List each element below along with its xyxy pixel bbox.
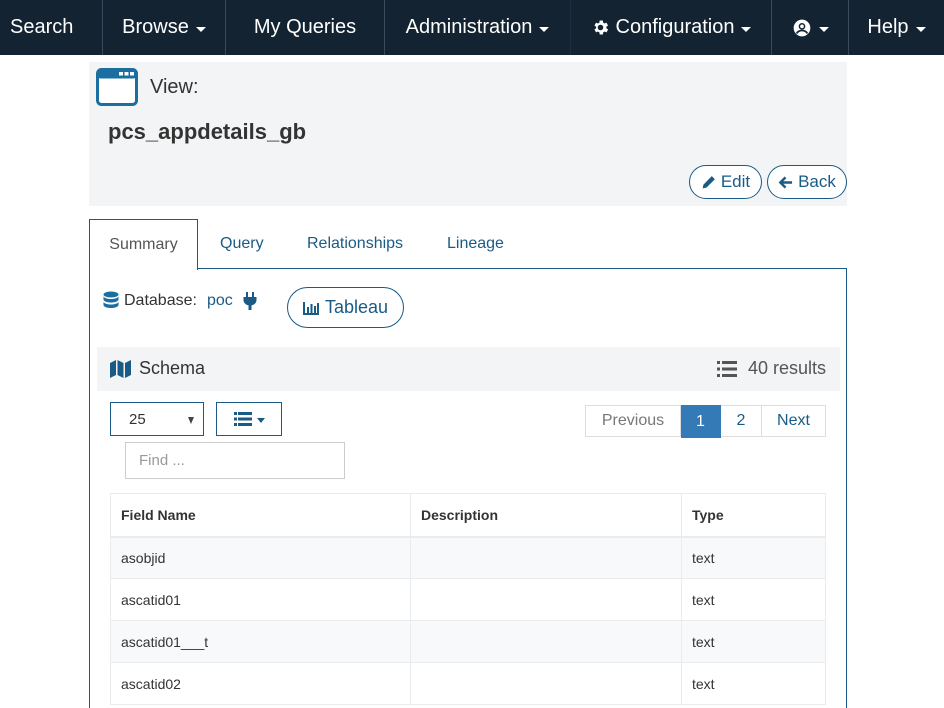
caret-down-icon	[256, 417, 265, 423]
tab-lineage[interactable]: Lineage	[447, 219, 504, 269]
table-row: ascatid01___t text	[110, 620, 826, 663]
next-page-button[interactable]: Next	[762, 405, 826, 437]
table-row: ascatid02 text	[110, 662, 826, 705]
column-toggle-button[interactable]	[216, 402, 282, 436]
database-link[interactable]: poc	[207, 292, 233, 310]
tableau-button[interactable]: Tableau	[287, 287, 404, 328]
caret-down-icon	[188, 417, 194, 424]
nav-browse-label: Browse	[122, 16, 189, 38]
nav-search-label: Search	[10, 16, 74, 38]
description-cell	[410, 536, 682, 579]
field-name-cell: ascatid01	[110, 578, 411, 621]
edit-label: Edit	[720, 172, 751, 191]
tab-query[interactable]: Query	[220, 219, 264, 269]
field-name-cell: ascatid02	[110, 662, 411, 705]
type-cell: text	[681, 578, 826, 621]
caret-down-icon	[539, 26, 550, 32]
gear-icon	[593, 20, 608, 35]
page-2-button[interactable]: 2	[721, 405, 762, 437]
type-cell: text	[681, 536, 826, 579]
nav-my-queries[interactable]: My Queries	[226, 0, 385, 55]
page-title: pcs_appdetails_gb	[108, 119, 307, 144]
view-header: View: pcs_appdetails_gb Edit Back	[89, 62, 847, 206]
caret-down-icon	[818, 26, 829, 32]
view-type-label: View:	[150, 76, 199, 98]
description-cell	[410, 662, 682, 705]
database-icon	[103, 291, 119, 308]
database-row: Database: poc	[103, 291, 257, 311]
table-row: asobjid text	[110, 536, 826, 579]
caret-down-icon	[915, 26, 926, 32]
nav-administration-label: Administration	[405, 16, 533, 38]
column-header-field-name[interactable]: Field Name	[110, 493, 411, 538]
caret-down-icon	[195, 26, 206, 32]
back-label: Back	[798, 172, 836, 191]
caret-down-icon	[741, 26, 752, 32]
bar-chart-icon	[302, 301, 319, 315]
schema-title: Schema	[110, 358, 205, 379]
find-input[interactable]	[125, 442, 345, 479]
nav-administration[interactable]: Administration	[385, 0, 571, 55]
pagination: Previous 1 2 Next	[585, 405, 826, 438]
pencil-icon	[702, 175, 715, 188]
table-row: ascatid01 text	[110, 578, 826, 621]
tab-relationships[interactable]: Relationships	[307, 219, 403, 269]
column-header-type[interactable]: Type	[681, 493, 826, 538]
page-size-select[interactable]: 25	[110, 402, 204, 436]
type-cell: text	[681, 620, 826, 663]
field-name-cell: asobjid	[110, 536, 411, 579]
results-count: 40 results	[716, 358, 826, 379]
nav-user-menu[interactable]	[772, 0, 849, 55]
list-icon	[716, 360, 737, 377]
plug-icon	[243, 292, 257, 310]
tableau-label: Tableau	[324, 297, 389, 317]
browser-window-icon	[96, 68, 138, 106]
nav-help[interactable]: Help	[849, 0, 944, 55]
type-cell: text	[681, 662, 826, 705]
edit-button[interactable]: Edit	[689, 165, 762, 199]
table-header-row: Field Name Description Type	[110, 493, 826, 538]
user-circle-icon	[793, 19, 810, 36]
schema-title-label: Schema	[139, 358, 206, 378]
page-1-button[interactable]: 1	[681, 405, 721, 438]
column-header-description[interactable]: Description	[410, 493, 682, 538]
list-icon	[233, 412, 252, 426]
results-label: 40 results	[747, 358, 826, 378]
schema-table: Field Name Description Type asobjid text…	[110, 493, 826, 705]
tab-bar: Summary Query Relationships Lineage	[89, 219, 847, 270]
previous-page-button[interactable]: Previous	[586, 405, 681, 437]
page-size-value: 25	[129, 410, 146, 428]
field-name-cell: ascatid01___t	[110, 620, 411, 663]
description-cell	[410, 620, 682, 663]
nav-configuration-label: Configuration	[615, 16, 735, 38]
nav-search[interactable]: Search	[0, 0, 103, 55]
arrow-left-icon	[778, 175, 793, 189]
schema-header: Schema 40 results	[97, 347, 840, 391]
back-button[interactable]: Back	[767, 165, 847, 199]
nav-configuration[interactable]: Configuration	[571, 0, 772, 55]
top-navbar: Search Browse My Queries Administration …	[0, 0, 944, 55]
description-cell	[410, 578, 682, 621]
summary-panel: Database: poc Tableau Schema 40 results …	[89, 268, 847, 708]
nav-browse[interactable]: Browse	[103, 0, 226, 55]
tab-summary[interactable]: Summary	[89, 219, 198, 270]
map-icon	[110, 359, 131, 378]
nav-my-queries-label: My Queries	[253, 16, 357, 38]
nav-help-label: Help	[867, 16, 909, 38]
database-label: Database:	[124, 292, 197, 309]
